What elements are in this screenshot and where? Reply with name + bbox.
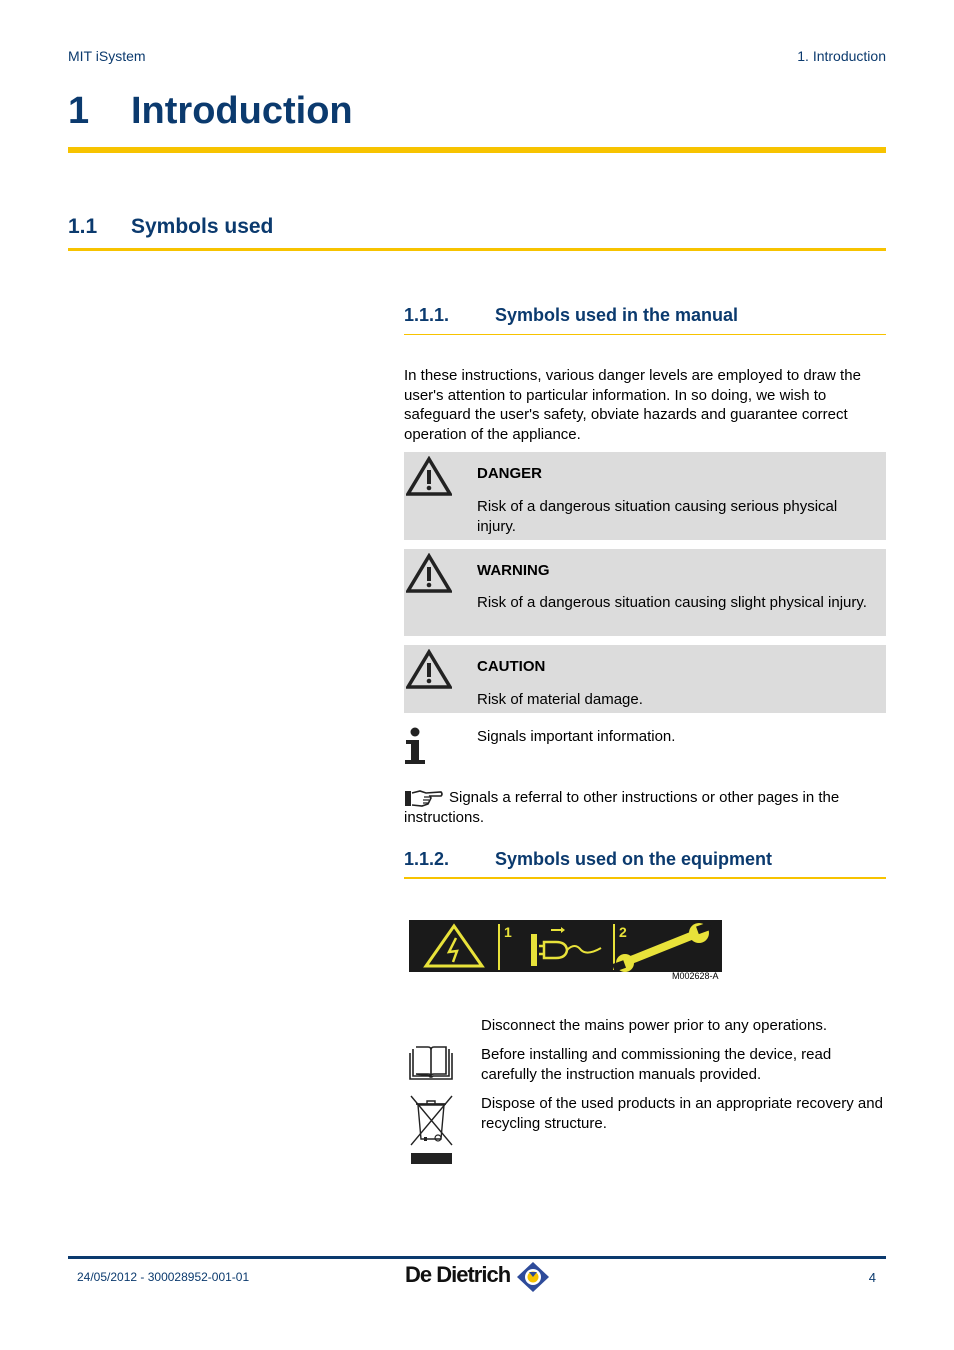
section-title-text: Symbols used [131, 215, 274, 238]
notice-text: Risk of a dangerous situation causing se… [477, 498, 838, 535]
subsection-rule-1 [404, 334, 886, 335]
subsection-title-text-2: Symbols used on the equipment [495, 849, 773, 869]
chapter-number: 1 [68, 90, 90, 132]
info-text: Signals important information. [477, 728, 676, 745]
running-header-chapter: 1. Introduction [797, 48, 886, 64]
notice-title: DANGER [477, 465, 543, 482]
equipment-item-text: Before installing and commissioning the … [481, 1046, 832, 1083]
warning-triangle-icon [406, 649, 452, 689]
notice-text: Risk of material damage. [477, 691, 643, 708]
notice-title: WARNING [477, 562, 550, 579]
section-rule [68, 248, 886, 251]
subsection-number-1: 1.1.1. [404, 305, 450, 325]
equipment-item-text: Disconnect the mains power prior to any … [481, 1017, 828, 1034]
warning-triangle-icon [406, 456, 452, 496]
notice-text: Risk of a dangerous situation causing sl… [477, 594, 867, 611]
subsection-title-text-1: Symbols used in the manual [495, 305, 739, 325]
footer-rule [68, 1256, 886, 1259]
warning-triangle-icon [406, 553, 452, 593]
figure-label-2: 2 [619, 924, 627, 940]
section-number: 1.1 [68, 215, 98, 238]
info-icon [405, 727, 425, 764]
intro-paragraph: In these instructions, various danger le… [404, 367, 861, 443]
unplug-icon [531, 927, 602, 966]
figure-code: M002628-A [672, 971, 719, 981]
brand-diamond-icon [517, 1262, 549, 1292]
chapter-rule [68, 147, 886, 153]
notice-caution: CAUTION Risk of material damage. [404, 645, 886, 713]
section-title: 1.1 Symbols used [68, 215, 273, 239]
crossed-bin-icon [410, 1095, 453, 1164]
equipment-item-text: Dispose of the used products in an appro… [481, 1095, 883, 1132]
chapter-title: 1 Introduction [68, 90, 353, 133]
figure-label-1: 1 [504, 924, 512, 940]
book-icon [409, 1046, 453, 1080]
page-number: 4 [868, 1270, 876, 1285]
subsection-title-2: 1.1.2. Symbols used on the equipment [404, 849, 772, 870]
brand-logo: De Dietrich [405, 1262, 549, 1292]
notice-warning: WARNING Risk of a dangerous situation ca… [404, 549, 886, 636]
subsection-number-2: 1.1.2. [404, 849, 450, 869]
brand-name: De Dietrich [405, 1262, 511, 1287]
footer-date-reference: 24/05/2012 - 300028952-001-01 [77, 1270, 250, 1284]
notice-title: CAUTION [477, 658, 546, 675]
electric-hazard-icon [423, 923, 485, 968]
subsection-title-1: 1.1.1. Symbols used in the manual [404, 305, 738, 326]
notice-danger: DANGER Risk of a dangerous situation cau… [404, 452, 886, 540]
chapter-title-text: Introduction [131, 90, 353, 132]
referral-text: Signals a referral to other instructions… [404, 789, 840, 826]
subsection-rule-2 [404, 877, 886, 879]
equipment-symbols-figure: 1 2 [409, 920, 722, 972]
running-header-product: MIT iSystem [68, 48, 146, 64]
